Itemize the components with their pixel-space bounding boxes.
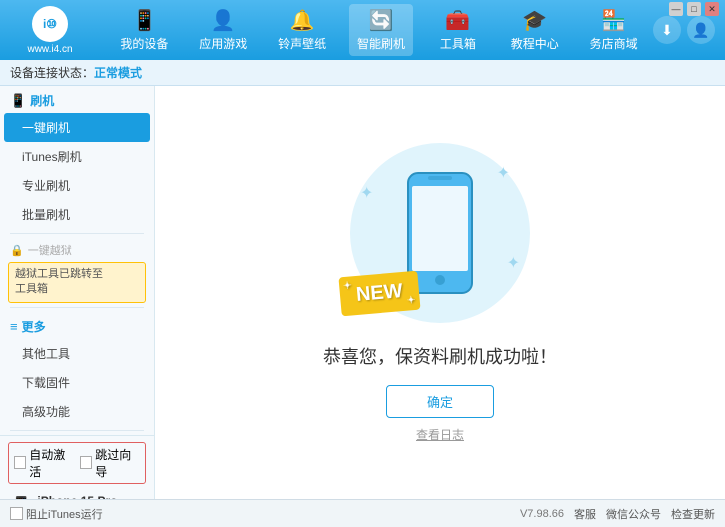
- nav-apps-games-label: 应用游戏: [199, 35, 247, 52]
- sidebar-divider-2: [10, 307, 144, 308]
- check-update-link[interactable]: 检查更新: [671, 506, 715, 522]
- pro-flash-label: 专业刷机: [22, 177, 70, 194]
- batch-flash-label: 批量刷机: [22, 206, 70, 223]
- sidebar: 📱 刷机 一键刷机 iTunes刷机 专业刷机 批量刷机 🔒 一键越狱: [0, 86, 155, 499]
- sidebar-item-itunes-flash[interactable]: iTunes刷机: [0, 142, 154, 171]
- auto-activate-checkbox[interactable]: 自动激活: [14, 446, 74, 480]
- nav-toolbox[interactable]: 🧰 工具箱: [428, 4, 488, 56]
- confirm-button[interactable]: 确定: [386, 385, 494, 418]
- itunes-label: 阻止iTunes运行: [26, 506, 103, 522]
- window-minimize-btn[interactable]: —: [669, 2, 683, 16]
- bottom-right: V7.98.66 客服 微信公众号 检查更新: [520, 506, 715, 522]
- nav-smart-flash-label: 智能刷机: [357, 35, 405, 52]
- nav-toolbox-label: 工具箱: [440, 35, 476, 52]
- logo-icon: i⑩: [43, 17, 57, 31]
- nav-toolbox-icon: 🧰: [445, 8, 470, 33]
- status-bar: 设备连接状态： 正常模式: [0, 60, 725, 86]
- top-right-actions: ⬇ 👤: [653, 16, 715, 44]
- skip-guide-checkbox-box: [80, 456, 92, 469]
- customer-service-link[interactable]: 客服: [574, 506, 596, 522]
- nav-ringtone-icon: 🔔: [290, 8, 315, 33]
- nav-tutorial-icon: 🎓: [522, 8, 547, 33]
- bottom-left: 阻止iTunes运行: [10, 506, 520, 522]
- status-value: 正常模式: [94, 64, 142, 81]
- nav-my-device[interactable]: 📱 我的设备: [112, 4, 176, 56]
- nav-ringtone-label: 铃声壁纸: [278, 35, 326, 52]
- more-section-icon: ≡: [10, 319, 18, 334]
- sidebar-item-batch-flash[interactable]: 批量刷机: [0, 200, 154, 229]
- top-navbar: i⑩ www.i4.cn 📱 我的设备 👤 应用游戏 🔔 铃声壁纸 🔄 智能刷机: [0, 0, 725, 60]
- version-label: V7.98.66: [520, 508, 564, 520]
- nav-my-device-icon: 📱: [132, 8, 157, 33]
- sidebar-item-advanced[interactable]: 高级功能: [0, 397, 154, 426]
- sidebar-item-one-key-flash[interactable]: 一键刷机: [4, 113, 150, 142]
- logo-circle: i⑩: [32, 6, 68, 42]
- user-icon[interactable]: 👤: [687, 16, 715, 44]
- sidebar-item-other-tools[interactable]: 其他工具: [0, 339, 154, 368]
- nav-smart-flash[interactable]: 🔄 智能刷机: [349, 4, 413, 56]
- sidebar-section-more: ≡ 更多: [0, 312, 154, 339]
- sidebar-jailbreak-notice: 越狱工具已跳转至工具箱: [8, 262, 146, 303]
- window-close-btn[interactable]: ✕: [705, 2, 719, 16]
- new-badge-text: NEW: [355, 280, 403, 306]
- logo-subtitle: www.i4.cn: [27, 44, 72, 55]
- sidebar-item-download-firmware[interactable]: 下载固件: [0, 368, 154, 397]
- sparkle-3-icon: ✦: [507, 253, 520, 273]
- device-item: 📱 iPhone 15 Pro Max 512GB iPhone: [8, 490, 146, 499]
- other-tools-label: 其他工具: [22, 345, 70, 362]
- main-layout: 📱 刷机 一键刷机 iTunes刷机 专业刷机 批量刷机 🔒 一键越狱: [0, 86, 725, 499]
- itunes-checkbox-wrap[interactable]: 阻止iTunes运行: [10, 506, 103, 522]
- nav-items: 📱 我的设备 👤 应用游戏 🔔 铃声壁纸 🔄 智能刷机 🧰 工具箱 🎓: [105, 4, 653, 56]
- more-section-label: 更多: [22, 318, 46, 335]
- window-maximize-btn[interactable]: □: [687, 2, 701, 16]
- nav-apps-games[interactable]: 👤 应用游戏: [191, 4, 255, 56]
- device-info: iPhone 15 Pro Max 512GB iPhone: [37, 494, 144, 499]
- nav-shop-icon: 🏪: [601, 8, 626, 33]
- auto-activate-checkbox-box: [14, 456, 26, 469]
- sidebar-section-jailbreak: 🔒 一键越狱: [0, 238, 154, 260]
- new-badge: NEW: [338, 270, 420, 316]
- bottom-bar: 阻止iTunes运行 V7.98.66 客服 微信公众号 检查更新: [0, 499, 725, 527]
- sidebar-item-pro-flash[interactable]: 专业刷机: [0, 171, 154, 200]
- window-controls: — □ ✕: [669, 2, 719, 16]
- nav-apps-games-icon: 👤: [211, 8, 236, 33]
- itunes-checkbox-box: [10, 507, 23, 520]
- phone-illustration: NEW ✦ ✦ ✦: [350, 143, 530, 323]
- sidebar-divider-1: [10, 233, 144, 234]
- logo: i⑩ www.i4.cn: [10, 6, 90, 55]
- flash-section-icon: 📱: [10, 93, 26, 109]
- nav-my-device-label: 我的设备: [120, 35, 168, 52]
- wechat-official-link[interactable]: 微信公众号: [606, 506, 661, 522]
- skip-guide-label: 跳过向导: [95, 446, 140, 480]
- lock-icon: 🔒: [10, 244, 24, 257]
- skip-guide-checkbox[interactable]: 跳过向导: [80, 446, 140, 480]
- nav-ringtone[interactable]: 🔔 铃声壁纸: [270, 4, 334, 56]
- nav-tutorial[interactable]: 🎓 教程中心: [503, 4, 567, 56]
- jailbreak-label: 一键越狱: [28, 242, 72, 258]
- sidebar-section-flash: 📱 刷机: [0, 86, 154, 113]
- nav-smart-flash-icon: 🔄: [369, 8, 394, 33]
- download-icon[interactable]: ⬇: [653, 16, 681, 44]
- content-area: NEW ✦ ✦ ✦ 恭喜您，保资料刷机成功啦！ 确定 查看日志: [155, 86, 725, 499]
- download-firmware-label: 下载固件: [22, 374, 70, 391]
- device-name: iPhone 15 Pro Max: [37, 494, 144, 499]
- success-message: 恭喜您，保资料刷机成功啦！: [323, 343, 557, 369]
- sidebar-divider-3: [10, 430, 144, 431]
- sparkle-1-icon: ✦: [497, 163, 510, 183]
- itunes-flash-label: iTunes刷机: [22, 148, 82, 165]
- notice-text: 越狱工具已跳转至工具箱: [15, 268, 103, 295]
- sparkle-2-icon: ✦: [360, 183, 373, 203]
- view-log-link[interactable]: 查看日志: [416, 426, 464, 443]
- nav-shop[interactable]: 🏪 务店商域: [582, 4, 646, 56]
- status-label: 设备连接状态：: [10, 64, 94, 81]
- nav-tutorial-label: 教程中心: [511, 35, 559, 52]
- auto-options-group: 自动激活 跳过向导: [8, 442, 146, 484]
- device-panel: 自动激活 跳过向导 📱 iPhone 15 Pro Max 512GB iPho…: [0, 435, 154, 499]
- flash-section-label: 刷机: [30, 92, 54, 109]
- advanced-label: 高级功能: [22, 403, 70, 420]
- nav-shop-label: 务店商域: [590, 35, 638, 52]
- auto-activate-label: 自动激活: [29, 446, 74, 480]
- device-phone-icon: 📱: [10, 496, 32, 499]
- one-key-flash-label: 一键刷机: [22, 119, 70, 136]
